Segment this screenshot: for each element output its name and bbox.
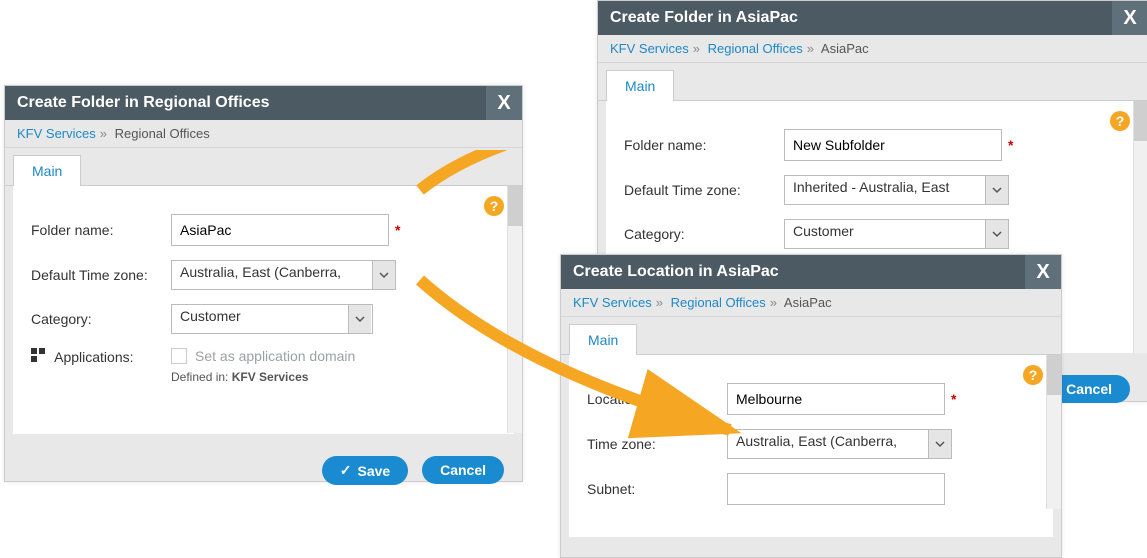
input-folder-name[interactable] <box>171 214 389 246</box>
chevron-down-icon[interactable] <box>928 430 951 458</box>
dialog-title: Create Folder in AsiaPac <box>610 9 798 26</box>
scrollbar[interactable] <box>1133 101 1147 353</box>
breadcrumb-link[interactable]: Regional Offices <box>671 295 766 310</box>
select-value: Australia, East (Canberra, <box>728 430 928 458</box>
label-default-timezone: Default Time zone: <box>31 267 171 283</box>
cancel-button[interactable]: Cancel <box>422 456 504 484</box>
applications-icon <box>31 348 45 362</box>
check-icon: ✓ <box>340 462 352 479</box>
tab-main[interactable]: Main <box>13 155 81 186</box>
select-default-timezone[interactable]: Inherited - Australia, East <box>784 175 1009 205</box>
select-value: Inherited - Australia, East <box>785 176 985 204</box>
breadcrumb-link[interactable]: KFV Services <box>573 295 652 310</box>
required-marker: * <box>951 391 956 407</box>
label-folder-name: Folder name: <box>31 222 171 238</box>
dialog-body: ? Folder name: * Default Time zone: Aust… <box>13 186 514 434</box>
tab-main[interactable]: Main <box>606 70 674 101</box>
defined-in-text: Defined in: KFV Services <box>171 370 355 384</box>
tab-strip: Main <box>561 317 1061 355</box>
input-location-name[interactable] <box>727 383 945 415</box>
tab-strip: Main <box>5 148 522 186</box>
label-subnet: Subnet: <box>587 481 727 497</box>
close-icon[interactable]: X <box>1112 1 1147 35</box>
select-category[interactable]: Customer <box>784 219 1009 249</box>
dialog-title: Create Folder in Regional Offices <box>17 94 270 111</box>
title-bar: Create Folder in Regional Offices X <box>5 86 522 120</box>
input-folder-name[interactable] <box>784 129 1002 161</box>
chevron-down-icon[interactable] <box>985 220 1008 248</box>
select-value: Customer <box>785 220 985 248</box>
help-icon[interactable]: ? <box>1110 111 1130 131</box>
label-folder-name: Folder name: <box>624 137 784 153</box>
select-value: Customer <box>172 305 348 333</box>
breadcrumb-current: AsiaPac <box>784 295 832 310</box>
select-category[interactable]: Customer <box>171 304 373 334</box>
scrollbar[interactable] <box>1046 355 1061 509</box>
tab-main[interactable]: Main <box>569 324 637 355</box>
close-icon[interactable]: X <box>486 86 522 120</box>
select-default-timezone[interactable]: Australia, East (Canberra, <box>171 260 396 290</box>
checkbox-icon <box>171 348 187 364</box>
dialog-footer: ✓Save Cancel <box>561 549 1061 558</box>
dialog-title: Create Location in AsiaPac <box>573 263 779 280</box>
breadcrumb-current: Regional Offices <box>115 126 210 141</box>
label-category: Category: <box>624 226 784 242</box>
breadcrumb-link[interactable]: KFV Services <box>610 41 689 56</box>
label-default-timezone: Default Time zone: <box>624 182 784 198</box>
breadcrumb-link[interactable]: Regional Offices <box>708 41 803 56</box>
checkbox-set-app-domain[interactable]: Set as application domain <box>171 348 355 364</box>
label-category: Category: <box>31 311 171 327</box>
breadcrumb-link[interactable]: KFV Services <box>17 126 96 141</box>
select-value: Australia, East (Canberra, <box>172 261 372 289</box>
help-icon[interactable]: ? <box>484 196 504 216</box>
label-applications: Applications: <box>31 348 171 365</box>
title-bar: Create Location in AsiaPac X <box>561 255 1061 289</box>
close-icon[interactable]: X <box>1025 255 1061 289</box>
breadcrumb: KFV Services» Regional Offices <box>5 120 522 148</box>
breadcrumb-current: AsiaPac <box>821 41 869 56</box>
tab-strip: Main <box>598 63 1147 101</box>
chevron-down-icon[interactable] <box>372 261 395 289</box>
help-icon[interactable]: ? <box>1023 365 1043 385</box>
chevron-down-icon[interactable] <box>985 176 1008 204</box>
dialog-create-folder-regional: Create Folder in Regional Offices X KFV … <box>4 85 523 482</box>
label-timezone: Time zone: <box>587 436 727 452</box>
scrollbar[interactable] <box>507 186 522 433</box>
dialog-footer: ✓Save Cancel <box>5 446 522 501</box>
dialog-body: ? Location name: * Time zone: Australia,… <box>569 355 1053 537</box>
title-bar: Create Folder in AsiaPac X <box>598 1 1147 35</box>
input-subnet[interactable] <box>727 473 945 505</box>
select-timezone[interactable]: Australia, East (Canberra, <box>727 429 952 459</box>
breadcrumb: KFV Services» Regional Offices» AsiaPac <box>598 35 1147 63</box>
dialog-create-location-asiapac: Create Location in AsiaPac X KFV Service… <box>560 254 1062 558</box>
required-marker: * <box>395 222 400 238</box>
label-location-name: Location name: <box>587 391 727 407</box>
chevron-down-icon[interactable] <box>348 305 371 333</box>
breadcrumb: KFV Services» Regional Offices» AsiaPac <box>561 289 1061 317</box>
required-marker: * <box>1008 137 1013 153</box>
save-button[interactable]: ✓Save <box>322 456 408 485</box>
